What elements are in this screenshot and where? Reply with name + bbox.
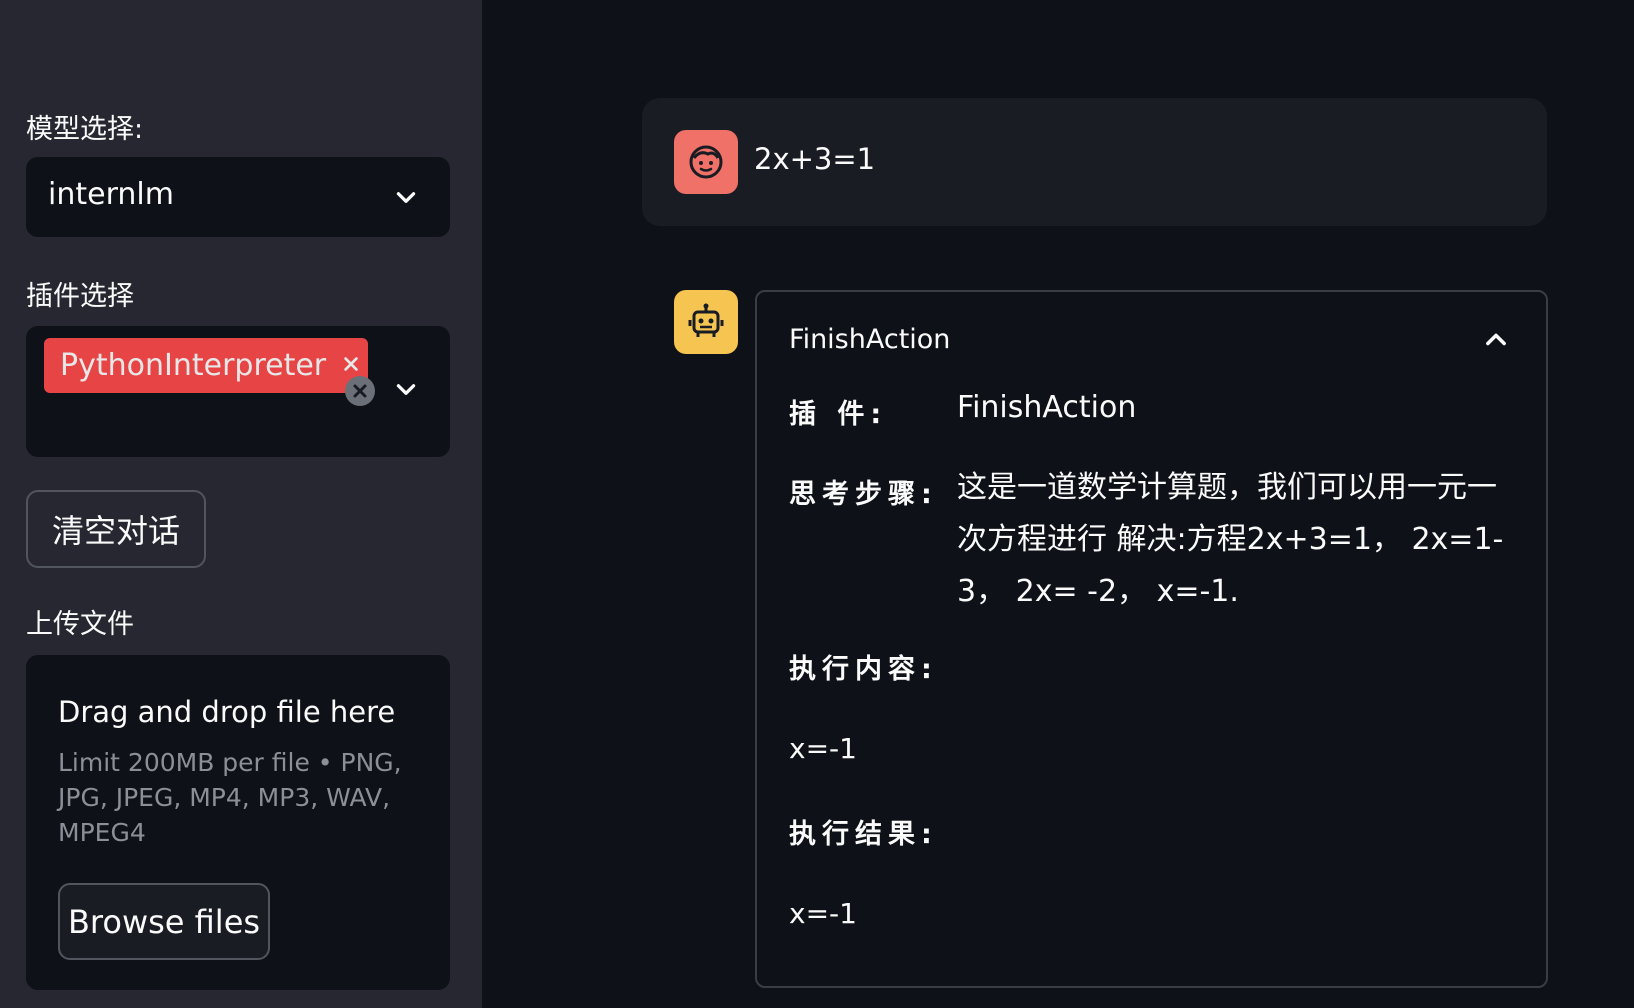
user-message: 2x+3=1 (642, 98, 1547, 226)
clear-circle-icon[interactable] (345, 376, 375, 406)
plugin-tag: PythonInterpreter (44, 338, 369, 393)
clear-chat-button[interactable]: 清空对话 (26, 490, 206, 568)
model-select[interactable]: internlm (26, 157, 450, 237)
upload-label: 上传文件 (26, 609, 134, 640)
exec-result-value: x=-1 (789, 897, 857, 930)
app-root: 模型选择: internlm 插件选择 PythonInterpreter 清空… (0, 0, 1634, 1008)
dropzone-title: Drag and drop file here (58, 695, 396, 729)
user-message-text: 2x+3=1 (754, 142, 876, 176)
model-select-label: 模型选择: (26, 114, 144, 145)
exec-content-label: 执行内容: (789, 654, 938, 685)
sidebar: 模型选择: internlm 插件选择 PythonInterpreter 清空… (0, 0, 482, 1008)
chevron-down-icon[interactable] (393, 184, 419, 210)
dropzone-limit-text: Limit 200MB per file • PNG, JPG, JPEG, M… (58, 748, 402, 847)
finish-action-expander: FinishAction 插 件: FinishAction 思考步骤: 这是一… (755, 290, 1548, 988)
exec-content-value: x=-1 (789, 732, 857, 765)
chevron-up-icon[interactable] (1482, 326, 1510, 354)
chevron-down-icon[interactable] (393, 376, 419, 402)
exec-result-label: 执行结果: (789, 819, 938, 850)
plugin-field-value: FinishAction (957, 390, 1137, 425)
model-select-value: internlm (48, 177, 174, 212)
browse-files-button[interactable]: Browse files (58, 883, 270, 960)
user-face-icon (674, 130, 738, 194)
plugin-tag-label: PythonInterpreter (60, 348, 327, 383)
plugin-multiselect[interactable]: PythonInterpreter (26, 326, 450, 457)
robot-icon (674, 290, 738, 354)
close-icon[interactable] (338, 351, 364, 377)
plugin-field-label: 插 件: (789, 399, 888, 430)
plugin-select-label: 插件选择 (26, 281, 134, 312)
thought-field-value: 这是一道数学计算题，我们可以用一元一次方程进行 解决:方程2x+3=1， 2x=… (957, 470, 1504, 609)
expander-title[interactable]: FinishAction (789, 324, 950, 355)
file-dropzone[interactable]: Drag and drop file here Limit 200MB per … (26, 655, 450, 990)
thought-field-label: 思考步骤: (789, 479, 938, 510)
